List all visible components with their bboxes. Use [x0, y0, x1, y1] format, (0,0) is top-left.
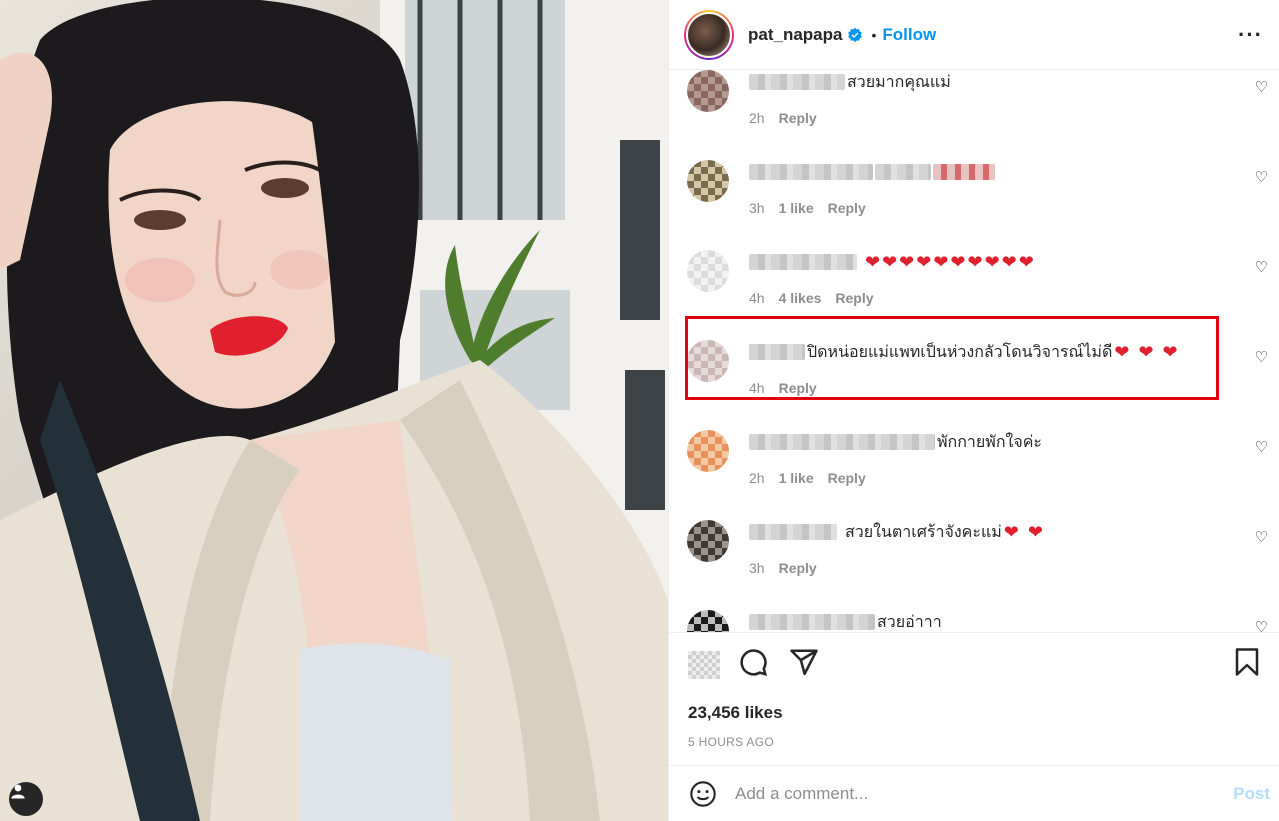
- blurred-username: [749, 254, 857, 270]
- photo-illustration: [0, 0, 668, 821]
- blurred-username: [749, 164, 873, 180]
- comment-like-count[interactable]: 1 like: [779, 200, 814, 216]
- like-comment-icon[interactable]: ♡: [1255, 618, 1268, 632]
- commenter-avatar[interactable]: [687, 520, 729, 562]
- comment-text-line: [749, 160, 1240, 184]
- comments-list[interactable]: สวยมากคุณแม่ 2h Reply ♡ 3h 1 like Reply …: [669, 70, 1279, 633]
- add-comment-bar: Post: [669, 765, 1279, 821]
- reply-button[interactable]: Reply: [779, 110, 817, 126]
- follow-button[interactable]: Follow: [882, 25, 936, 45]
- comment-text-line: สวยมากคุณแม่: [749, 70, 1240, 94]
- emoji-icon[interactable]: [689, 780, 717, 808]
- comment-text: สวยมากคุณแม่: [847, 73, 951, 91]
- like-comment-icon[interactable]: ♡: [1255, 348, 1268, 366]
- commenter-avatar[interactable]: [687, 160, 729, 202]
- comment-time[interactable]: 2h: [749, 470, 765, 486]
- comment-item: สวยอ่าาา ♡: [669, 610, 1279, 632]
- comment-time[interactable]: 3h: [749, 200, 765, 216]
- comment-text-line: ❤❤❤❤❤❤❤❤❤❤: [749, 250, 1240, 274]
- comment-text: สวยในตาเศร้าจังคะแม่: [845, 523, 1002, 541]
- comment-like-count[interactable]: 4 likes: [779, 290, 822, 306]
- comment-time[interactable]: 2h: [749, 110, 765, 126]
- share-icon[interactable]: [789, 647, 819, 677]
- post-timestamp: 5 HOURS AGO: [688, 735, 774, 749]
- author-username[interactable]: pat_napapa: [748, 25, 842, 45]
- like-comment-icon[interactable]: ♡: [1255, 168, 1268, 186]
- post-side-panel: pat_napapa • Follow ··· สวยมากคุณแม่ 2h …: [668, 0, 1279, 821]
- comment-item: สวยมากคุณแม่ 2h Reply ♡: [669, 70, 1279, 160]
- like-comment-icon[interactable]: ♡: [1255, 438, 1268, 456]
- heart-emojis: ❤ ❤: [1003, 521, 1045, 542]
- author-avatar[interactable]: [684, 9, 734, 60]
- commenter-avatar[interactable]: [687, 430, 729, 472]
- comment-input[interactable]: [735, 783, 1234, 804]
- reply-button[interactable]: Reply: [828, 200, 866, 216]
- commenter-avatar[interactable]: [687, 70, 729, 112]
- comment-time[interactable]: 4h: [749, 290, 765, 306]
- like-comment-icon[interactable]: ♡: [1255, 258, 1268, 276]
- blurred-username: [749, 524, 837, 540]
- like-post-icon[interactable]: [688, 651, 720, 679]
- user-profile-button[interactable]: [9, 782, 43, 816]
- post-comment-button[interactable]: Post: [1233, 784, 1270, 804]
- comment-icon[interactable]: [738, 647, 768, 677]
- comment-text: สวยอ่าาา: [877, 613, 942, 631]
- like-comment-icon[interactable]: ♡: [1255, 78, 1268, 96]
- blurred-username: [749, 74, 845, 90]
- verified-badge-icon: [848, 27, 863, 42]
- blurred-username: [749, 614, 875, 630]
- comment-text: พักกายพักใจค่ะ: [937, 433, 1042, 451]
- highlight-annotation-box: [685, 316, 1219, 400]
- user-icon: [11, 784, 25, 799]
- instagram-post-view: pat_napapa • Follow ··· สวยมากคุณแม่ 2h …: [0, 0, 1279, 821]
- comment-item: พักกายพักใจค่ะ 2h 1 like Reply ♡: [669, 430, 1279, 520]
- comment-text-line: สวยอ่าาา: [749, 610, 1240, 632]
- commenter-avatar[interactable]: [687, 610, 729, 632]
- blurred-username: [749, 434, 935, 450]
- reply-button[interactable]: Reply: [835, 290, 873, 306]
- commenter-avatar[interactable]: [687, 250, 729, 292]
- comment-item: 3h 1 like Reply ♡: [669, 160, 1279, 250]
- comment-time[interactable]: 3h: [749, 560, 765, 576]
- comment-item: สวยในตาเศร้าจังคะแม่ ❤ ❤ 3h Reply ♡: [669, 520, 1279, 610]
- post-header: pat_napapa • Follow ···: [669, 0, 1279, 70]
- comment-text-line: สวยในตาเศร้าจังคะแม่ ❤ ❤: [749, 520, 1240, 544]
- comment-like-count[interactable]: 1 like: [779, 470, 814, 486]
- post-actions-bar: [669, 633, 1279, 697]
- save-bookmark-icon[interactable]: [1234, 647, 1260, 677]
- more-options-icon[interactable]: ···: [1238, 22, 1263, 48]
- post-photo[interactable]: [0, 0, 668, 821]
- comment-text-line: พักกายพักใจค่ะ: [749, 430, 1240, 454]
- like-comment-icon[interactable]: ♡: [1255, 528, 1268, 546]
- header-separator: •: [871, 26, 877, 43]
- likes-count[interactable]: 23,456 likes: [669, 703, 1279, 723]
- reply-button[interactable]: Reply: [779, 560, 817, 576]
- heart-emojis: ❤❤❤❤❤❤❤❤❤❤: [865, 251, 1036, 272]
- reply-button[interactable]: Reply: [828, 470, 866, 486]
